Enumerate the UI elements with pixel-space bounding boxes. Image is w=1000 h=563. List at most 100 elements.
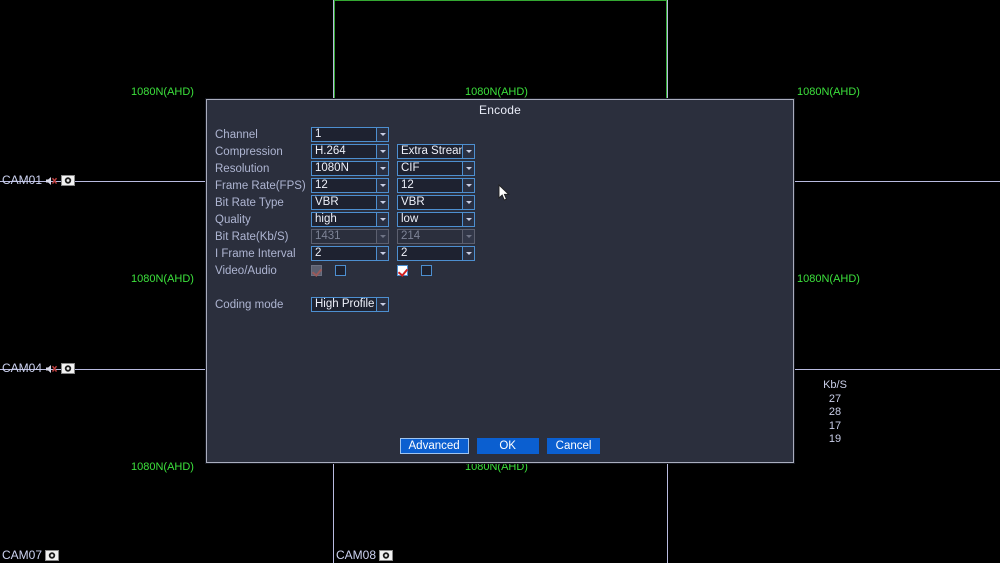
chevron-down-icon[interactable]: [376, 247, 388, 260]
i-frame-interval-extra-select[interactable]: 2: [397, 246, 475, 261]
stream-type-select[interactable]: Extra Stream: [397, 144, 475, 159]
bitrate-readout-value: 19: [828, 433, 842, 446]
row-coding-mode: Coding mode High Profile: [215, 296, 479, 313]
camera-label-cam01: CAM01: [2, 173, 76, 187]
cancel-button[interactable]: Cancel: [546, 438, 601, 454]
pane-resolution-label-4: 1080N(AHD): [131, 273, 194, 285]
record-icon: [45, 550, 60, 561]
label-coding-mode: Coding mode: [215, 298, 284, 311]
chevron-down-icon[interactable]: [462, 213, 474, 226]
quality-main-value: high: [315, 213, 337, 225]
resolution-main-select[interactable]: 1080N: [311, 161, 389, 176]
compression-main-value: H.264: [315, 145, 346, 157]
mute-icon: [45, 175, 58, 187]
bitrate-readout: Kb/S 27 28 17 19: [795, 379, 875, 447]
resolution-extra-select[interactable]: CIF: [397, 161, 475, 176]
pane-resolution-label-7: 1080N(AHD): [131, 461, 194, 473]
channel-select-value: 1: [315, 128, 322, 140]
frame-rate-extra-select[interactable]: 12: [397, 178, 475, 193]
coding-mode-select[interactable]: High Profile: [311, 297, 389, 312]
encode-dialog: Encode Channel 1 Compression H.264 Extra…: [206, 99, 794, 463]
i-frame-interval-extra-value: 2: [401, 247, 408, 259]
camera-label-text: CAM01: [2, 173, 43, 187]
extra-video-checkbox[interactable]: [397, 265, 408, 276]
record-icon: [61, 175, 76, 186]
chevron-down-icon[interactable]: [462, 162, 474, 175]
bit-rate-main-select: 1431: [311, 229, 389, 244]
label-compression: Compression: [215, 145, 283, 158]
row-compression: Compression H.264 Extra Stream: [215, 143, 479, 160]
row-bit-rate: Bit Rate(Kb/S) 1431 214: [215, 228, 479, 245]
row-quality: Quality high low: [215, 211, 479, 228]
ok-button[interactable]: OK: [476, 438, 539, 454]
advanced-button[interactable]: Advanced: [399, 438, 469, 454]
row-bit-rate-type: Bit Rate Type VBR VBR: [215, 194, 479, 211]
pane-resolution-label-2: 1080N(AHD): [465, 86, 528, 98]
pane-resolution-label-6: 1080N(AHD): [797, 273, 860, 285]
row-i-frame-interval: I Frame Interval 2 2: [215, 245, 479, 262]
pane-resolution-label-1: 1080N(AHD): [131, 86, 194, 98]
label-bit-rate-type: Bit Rate Type: [215, 196, 284, 209]
label-channel: Channel: [215, 128, 258, 141]
chevron-down-icon[interactable]: [376, 145, 388, 158]
chevron-down-icon[interactable]: [376, 179, 388, 192]
label-video-audio: Video/Audio: [215, 264, 277, 277]
bitrate-readout-value: 28: [828, 406, 842, 419]
camera-label-text: CAM08: [336, 548, 377, 562]
label-i-frame-interval: I Frame Interval: [215, 247, 296, 260]
bit-rate-type-extra-value: VBR: [401, 196, 425, 208]
pane-resolution-label-3: 1080N(AHD): [797, 86, 860, 98]
main-audio-checkbox[interactable]: [335, 265, 346, 276]
chevron-down-icon[interactable]: [376, 213, 388, 226]
resolution-main-value: 1080N: [315, 162, 349, 174]
camera-label-cam07: CAM07: [2, 548, 60, 562]
camera-label-text: CAM07: [2, 548, 43, 562]
dvr-screen: 1080N(AHD) 1080N(AHD) 1080N(AHD) 1080N(A…: [0, 0, 1000, 563]
chevron-down-icon[interactable]: [376, 298, 388, 311]
row-video-audio: Video/Audio: [215, 262, 479, 279]
i-frame-interval-main-value: 2: [315, 247, 322, 259]
bit-rate-extra-select: 214: [397, 229, 475, 244]
chevron-down-icon[interactable]: [462, 247, 474, 260]
bit-rate-extra-value: 214: [401, 230, 421, 242]
row-resolution: Resolution 1080N CIF: [215, 160, 479, 177]
form-spacer: [215, 279, 479, 296]
chevron-down-icon[interactable]: [462, 145, 474, 158]
bit-rate-type-main-value: VBR: [315, 196, 339, 208]
row-channel: Channel 1: [215, 126, 479, 143]
extra-audio-checkbox[interactable]: [421, 265, 432, 276]
record-icon: [61, 363, 76, 374]
chevron-down-icon[interactable]: [376, 162, 388, 175]
camera-label-cam04: CAM04: [2, 362, 76, 375]
bit-rate-type-extra-select[interactable]: VBR: [397, 195, 475, 210]
chevron-down-icon[interactable]: [376, 128, 388, 141]
resolution-extra-value: CIF: [401, 162, 420, 174]
frame-rate-main-select[interactable]: 12: [311, 178, 389, 193]
bit-rate-main-value: 1431: [315, 230, 341, 242]
bit-rate-type-main-select[interactable]: VBR: [311, 195, 389, 210]
chevron-down-icon[interactable]: [376, 196, 388, 209]
label-resolution: Resolution: [215, 162, 270, 175]
channel-select[interactable]: 1: [311, 127, 389, 142]
label-quality: Quality: [215, 213, 251, 226]
dialog-button-bar: Advanced OK Cancel: [207, 438, 793, 454]
record-icon: [379, 550, 394, 561]
main-video-checkbox: [311, 265, 322, 276]
quality-main-select[interactable]: high: [311, 212, 389, 227]
encode-form: Channel 1 Compression H.264 Extra Stream: [215, 126, 479, 313]
coding-mode-value: High Profile: [315, 298, 375, 310]
dialog-title: Encode: [479, 103, 521, 117]
label-frame-rate: Frame Rate(FPS): [215, 179, 306, 192]
chevron-down-icon[interactable]: [462, 196, 474, 209]
compression-main-select[interactable]: H.264: [311, 144, 389, 159]
mute-icon: [45, 363, 58, 375]
frame-rate-main-value: 12: [315, 179, 328, 191]
chevron-down-icon[interactable]: [462, 179, 474, 192]
quality-extra-select[interactable]: low: [397, 212, 475, 227]
stream-type-value: Extra Stream: [401, 145, 462, 157]
bitrate-readout-value: 17: [828, 419, 842, 432]
bitrate-readout-value: 27: [828, 392, 842, 405]
label-bit-rate: Bit Rate(Kb/S): [215, 230, 289, 243]
chevron-down-icon: [462, 230, 474, 243]
i-frame-interval-main-select[interactable]: 2: [311, 246, 389, 261]
